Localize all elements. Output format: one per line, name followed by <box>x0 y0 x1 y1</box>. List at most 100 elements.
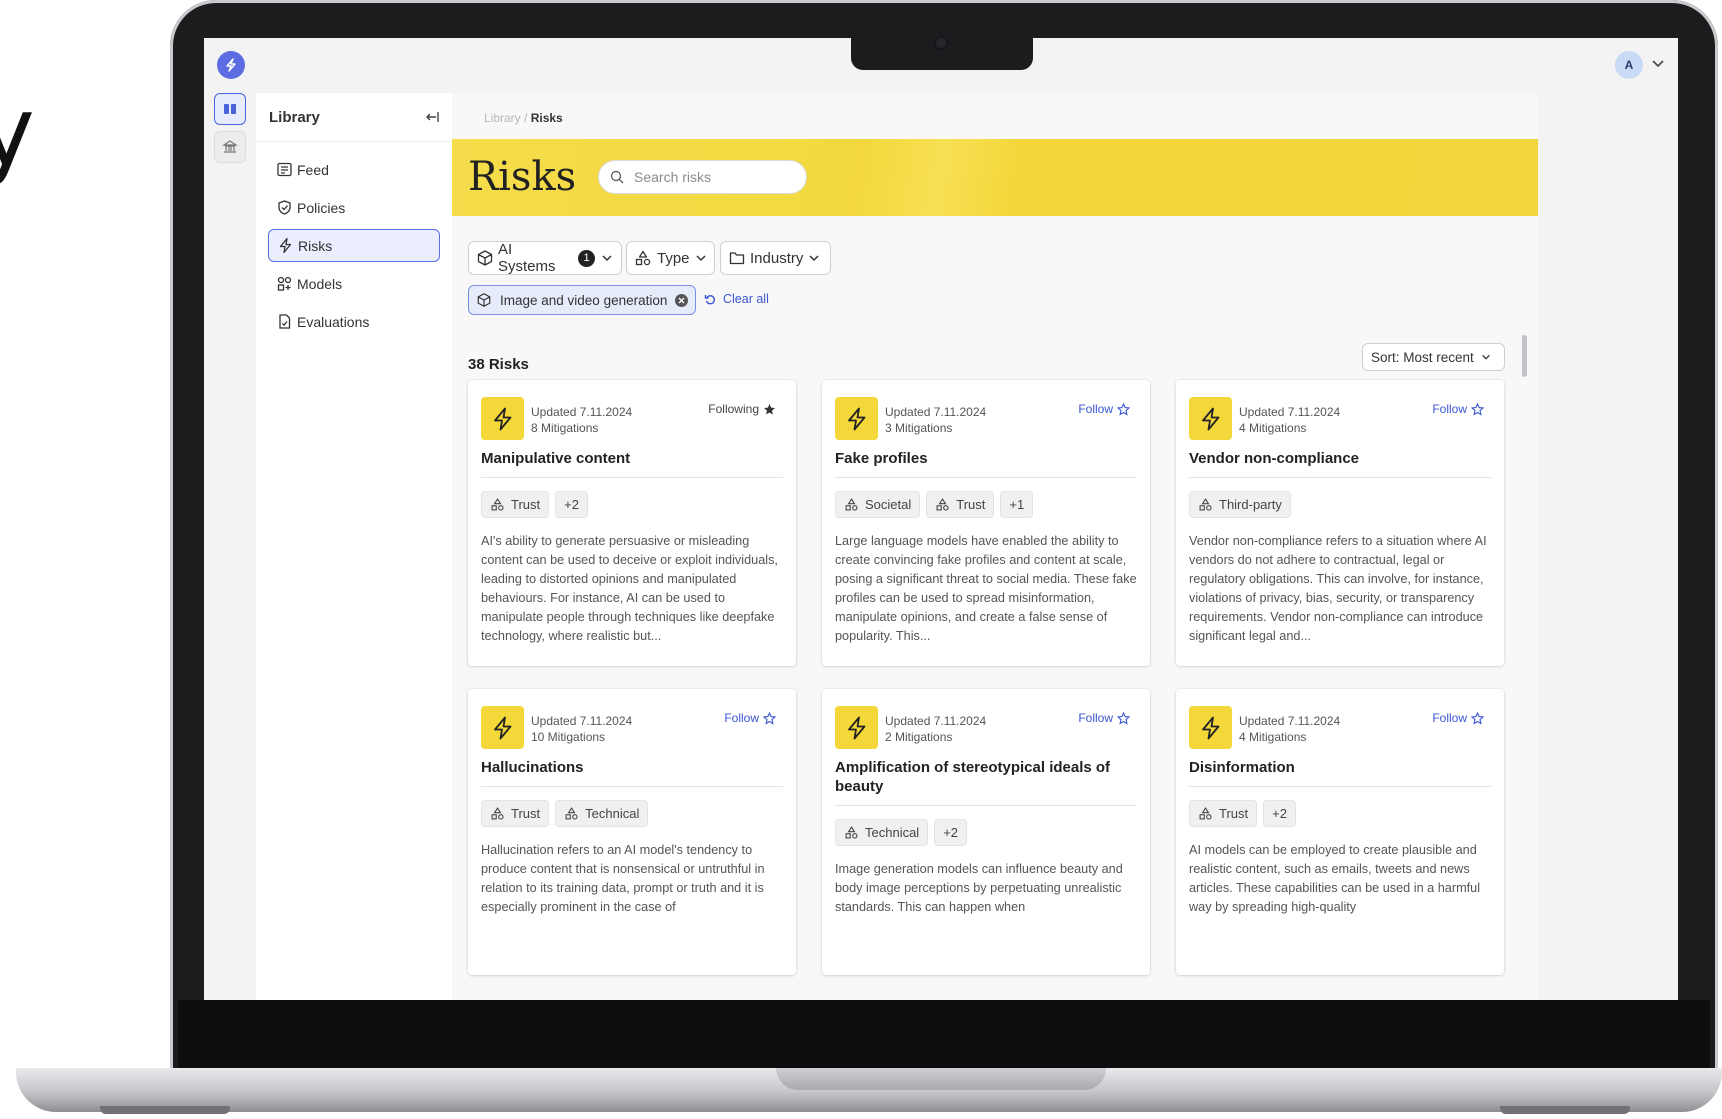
risk-title[interactable]: Fake profiles <box>835 449 1135 468</box>
card-meta: Updated 7.11.2024 8 Mitigations <box>531 404 632 436</box>
active-filter-chip[interactable]: Image and video generation <box>468 285 697 315</box>
tag-label: +2 <box>564 497 579 512</box>
follow-button[interactable]: Follow <box>1078 711 1130 725</box>
library-sidebar: Library Feed Policies Risks Models Evalu… <box>256 93 453 1000</box>
tag-list: Trust +2 <box>1189 800 1296 827</box>
tag-technical[interactable]: Technical <box>835 819 929 846</box>
follow-button[interactable]: Follow <box>1432 711 1484 725</box>
chevron-down-icon <box>1481 354 1490 360</box>
star-outline-icon <box>1117 711 1130 725</box>
risk-title[interactable]: Vendor non-compliance <box>1189 449 1489 468</box>
risk-title[interactable]: Manipulative content <box>481 449 781 468</box>
card-divider <box>835 477 1137 478</box>
rail-library-button[interactable] <box>214 93 246 125</box>
mitigation-count: 4 Mitigations <box>1239 421 1307 435</box>
tag-trust[interactable]: Trust <box>926 491 995 518</box>
risk-title[interactable]: Disinformation <box>1189 758 1489 777</box>
reset-icon <box>704 294 715 304</box>
clear-all-label: Clear all <box>723 292 769 306</box>
tag-label: Trust <box>511 497 541 512</box>
tag-more[interactable]: +1 <box>1000 491 1034 518</box>
user-avatar[interactable]: A <box>1615 51 1643 79</box>
search-box[interactable] <box>598 160 807 194</box>
collapse-sidebar-icon[interactable] <box>424 109 440 125</box>
sidebar-item-models[interactable]: Models <box>268 267 440 300</box>
search-input[interactable] <box>632 168 796 186</box>
card-meta: Updated 7.11.2024 4 Mitigations <box>1239 404 1340 436</box>
remove-filter-icon[interactable] <box>675 293 689 307</box>
star-outline-icon <box>1471 711 1484 725</box>
risk-card[interactable]: Updated 7.11.2024 4 Mitigations Follow Di… <box>1176 689 1504 975</box>
risk-description: AI's ability to generate persuasive or m… <box>481 534 778 643</box>
mitigation-count: 8 Mitigations <box>531 421 599 435</box>
laptop-base-notch <box>776 1068 1106 1090</box>
card-divider <box>481 477 783 478</box>
type-filter-dropdown[interactable]: Type <box>626 241 715 275</box>
lightning-icon <box>481 706 524 749</box>
sort-dropdown[interactable]: Sort: Most recent <box>1362 343 1505 371</box>
follow-button[interactable]: Follow <box>724 711 776 725</box>
sidebar-item-evaluations[interactable]: Evaluations <box>268 305 440 338</box>
tag-more[interactable]: +2 <box>1263 800 1296 827</box>
book-icon <box>224 104 236 114</box>
industry-filter-dropdown[interactable]: Industry <box>720 241 831 275</box>
tag-more[interactable]: +2 <box>555 491 588 518</box>
following-button[interactable]: Following <box>708 402 776 416</box>
filter-label: AI Systems <box>498 241 556 275</box>
tag-label: Trust <box>511 806 541 821</box>
tag-label: Societal <box>865 497 912 512</box>
follow-button[interactable]: Follow <box>1078 402 1130 416</box>
risk-card[interactable]: Updated 7.11.2024 4 Mitigations Follow Ve… <box>1176 380 1504 666</box>
risk-card[interactable]: Updated 7.11.2024 3 Mitigations Follow Fa… <box>822 380 1150 666</box>
lightning-icon <box>1189 706 1232 749</box>
tag-label: Technical <box>865 825 920 840</box>
clear-all-button[interactable]: Clear all <box>704 292 769 306</box>
breadcrumb-parent[interactable]: Library <box>484 111 521 125</box>
tag-technical[interactable]: Technical <box>555 800 649 827</box>
shapes-icon <box>491 807 504 820</box>
shield-icon <box>278 200 291 215</box>
shapes-icon <box>1199 807 1212 820</box>
tag-societal[interactable]: Societal <box>835 491 921 518</box>
rail-institution-button[interactable] <box>214 131 246 163</box>
star-outline-icon <box>1117 402 1130 416</box>
updated-date: Updated 7.11.2024 <box>885 714 987 728</box>
folder-icon <box>729 252 745 265</box>
sidebar-item-policies[interactable]: Policies <box>268 191 440 224</box>
follow-label: Follow <box>1432 711 1467 725</box>
risk-card[interactable]: Updated 7.11.2024 2 Mitigations Follow Am… <box>822 689 1150 975</box>
risk-card[interactable]: Updated 7.11.2024 8 Mitigations Following… <box>468 380 796 666</box>
card-meta: Updated 7.11.2024 10 Mitigations <box>531 713 632 745</box>
risk-title[interactable]: Hallucinations <box>481 758 781 777</box>
laptop-foot-right <box>1500 1106 1630 1114</box>
tag-third-party[interactable]: Third-party <box>1189 491 1291 518</box>
cube-icon <box>477 293 491 307</box>
follow-button[interactable]: Follow <box>1432 402 1484 416</box>
chevron-down-icon[interactable] <box>1650 55 1666 71</box>
tag-trust[interactable]: Trust <box>481 800 550 827</box>
shapes-icon <box>845 826 858 839</box>
shapes-icon <box>635 250 651 266</box>
risk-description: Large language models have enabled the a… <box>835 534 1137 643</box>
mitigation-count: 10 Mitigations <box>531 730 606 744</box>
lightning-icon <box>279 237 292 254</box>
follow-label: Following <box>708 402 759 416</box>
scrollbar-thumb[interactable] <box>1522 335 1527 377</box>
feed-icon <box>277 162 292 177</box>
tag-label: +2 <box>943 825 959 840</box>
tag-more[interactable]: +2 <box>934 819 968 846</box>
sidebar-item-feed[interactable]: Feed <box>268 153 440 186</box>
updated-date: Updated 7.11.2024 <box>1239 714 1341 728</box>
sidebar-item-risks[interactable]: Risks <box>268 229 440 262</box>
camera-icon <box>936 38 946 48</box>
risk-description: Vendor non-compliance refers to a situat… <box>1189 534 1487 643</box>
tag-trust[interactable]: Trust <box>1189 800 1258 827</box>
updated-date: Updated 7.11.2024 <box>531 405 633 419</box>
ai-systems-filter-dropdown[interactable]: AI Systems 1 <box>468 241 622 275</box>
risk-title[interactable]: Amplification of stereotypical ideals of… <box>835 758 1135 796</box>
risk-card[interactable]: Updated 7.11.2024 10 Mitigations Follow H… <box>468 689 796 975</box>
app-logo-icon[interactable] <box>217 51 245 79</box>
tag-list: Societal Trust +1 <box>835 491 1034 518</box>
mitigation-count: 2 Mitigations <box>885 730 953 744</box>
tag-trust[interactable]: Trust <box>481 491 550 518</box>
